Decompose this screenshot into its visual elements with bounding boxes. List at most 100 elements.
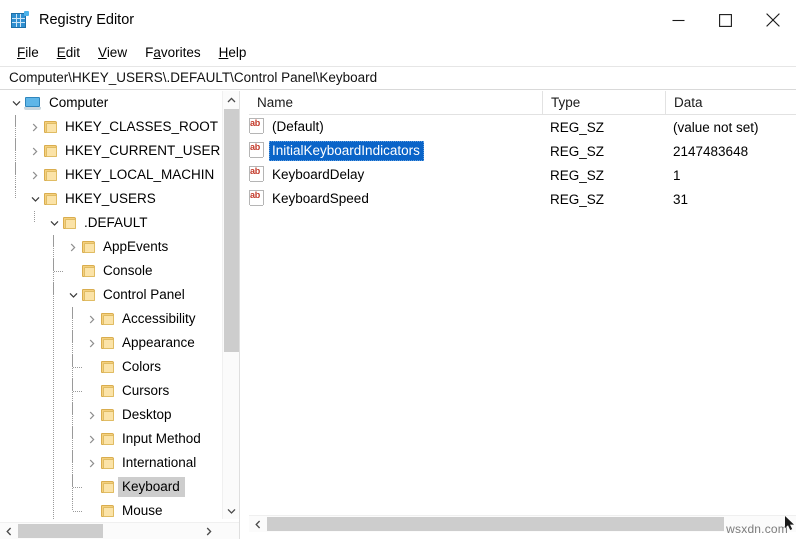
folder-icon: [100, 456, 116, 471]
chevron-down-icon[interactable]: [65, 287, 81, 303]
menu-view[interactable]: View: [89, 43, 136, 63]
chevron-up-icon: [227, 97, 236, 103]
tree-item-label: Accessibility: [118, 309, 201, 329]
chevron-right-icon[interactable]: [84, 311, 100, 327]
tree-guide-line: [53, 499, 54, 519]
chevron-right-icon[interactable]: [27, 119, 43, 135]
tree-guide-line: [53, 427, 54, 451]
registry-tree[interactable]: ComputerHKEY_CLASSES_ROOTHKEY_CURRENT_US…: [0, 91, 222, 519]
tree-item-hkey-classes-root[interactable]: HKEY_CLASSES_ROOT: [0, 115, 222, 139]
tree-item-control-panel[interactable]: Control Panel: [0, 283, 222, 307]
tree-item-mouse[interactable]: Mouse: [0, 499, 222, 519]
tree-guide-line: [53, 379, 54, 403]
tree-item-console[interactable]: Console: [0, 259, 222, 283]
value-row[interactable]: abKeyboardSpeedREG_SZ31: [249, 187, 796, 211]
value-data: 31: [673, 191, 688, 208]
folder-icon: [100, 384, 116, 399]
tree-item-input-method[interactable]: Input Method: [0, 427, 222, 451]
tree-scroll-right-button[interactable]: [200, 523, 217, 539]
registry-values-list[interactable]: ab(Default)REG_SZ(value not set)abInitia…: [249, 115, 796, 515]
column-header-type[interactable]: Type: [542, 91, 665, 114]
tree-item-label: .DEFAULT: [80, 213, 153, 233]
tree-scroll-down-button[interactable]: [223, 502, 240, 519]
tree-item-accessibility[interactable]: Accessibility: [0, 307, 222, 331]
maximize-button[interactable]: [702, 0, 749, 40]
chevron-down-icon[interactable]: [46, 215, 62, 231]
tree-guide-line: [54, 271, 63, 272]
chevron-right-icon[interactable]: [65, 239, 81, 255]
chevron-right-icon: [89, 315, 95, 324]
menu-help[interactable]: Help: [210, 43, 256, 63]
tree-item-international[interactable]: International: [0, 451, 222, 475]
chevron-right-icon: [70, 243, 76, 252]
folder-icon: [100, 432, 116, 447]
string-value-icon: ab: [249, 118, 266, 134]
value-row[interactable]: ab(Default)REG_SZ(value not set): [249, 115, 796, 139]
chevron-right-icon[interactable]: [27, 167, 43, 183]
folder-icon: [43, 168, 59, 183]
tree-item-keyboard[interactable]: Keyboard: [0, 475, 222, 499]
tree-scroll-up-button[interactable]: [223, 91, 240, 108]
column-header-data[interactable]: Data: [665, 91, 796, 114]
chevron-right-icon[interactable]: [27, 143, 43, 159]
tree-expander-empty: [84, 359, 100, 375]
tree-item-cursors[interactable]: Cursors: [0, 379, 222, 403]
menu-file[interactable]: File: [8, 43, 48, 63]
tree-vscroll-thumb[interactable]: [224, 109, 239, 352]
tree-scroll-left-button[interactable]: [0, 523, 17, 539]
tree-guide-line: [73, 391, 82, 392]
list-scroll-left-button[interactable]: [249, 516, 266, 532]
tree-item-appevents[interactable]: AppEvents: [0, 235, 222, 259]
chevron-right-icon[interactable]: [84, 431, 100, 447]
string-value-icon: ab: [249, 166, 266, 182]
list-horizontal-scrollbar[interactable]: [249, 515, 796, 532]
chevron-right-icon[interactable]: [84, 455, 100, 471]
tree-item-appearance[interactable]: Appearance: [0, 331, 222, 355]
tree-item-label: HKEY_CURRENT_USER: [61, 141, 222, 161]
tree-expander-empty: [84, 383, 100, 399]
folder-icon: [62, 216, 78, 231]
tree-horizontal-scrollbar[interactable]: [0, 522, 239, 539]
tree-item-hkey-users[interactable]: HKEY_USERS: [0, 187, 222, 211]
value-row[interactable]: abInitialKeyboardIndicatorsREG_SZ2147483…: [249, 139, 796, 163]
chevron-right-icon[interactable]: [84, 407, 100, 423]
folder-icon: [81, 288, 97, 303]
chevron-down-icon: [31, 196, 40, 202]
tree-item-computer[interactable]: Computer: [0, 91, 222, 115]
tree-guide-line: [72, 451, 73, 475]
address-bar[interactable]: Computer\HKEY_USERS\.DEFAULT\Control Pan…: [0, 66, 796, 90]
tree-vertical-scrollbar[interactable]: [222, 91, 239, 519]
chevron-right-icon: [89, 459, 95, 468]
value-row[interactable]: abKeyboardDelayREG_SZ1: [249, 163, 796, 187]
tree-indent-spacer: [0, 247, 65, 248]
tree-hscroll-thumb[interactable]: [18, 524, 103, 538]
tree-guide-line: [15, 115, 16, 139]
window-title: Registry Editor: [39, 11, 134, 29]
tree-indent-spacer: [0, 199, 27, 200]
chevron-right-icon[interactable]: [84, 335, 100, 351]
chevron-right-icon: [32, 171, 38, 180]
menu-favorites[interactable]: Favorites: [136, 43, 210, 63]
menu-edit[interactable]: Edit: [48, 43, 89, 63]
tree-item-desktop[interactable]: Desktop: [0, 403, 222, 427]
tree-item-default[interactable]: .DEFAULT: [0, 211, 222, 235]
chevron-down-icon[interactable]: [27, 191, 43, 207]
list-hscroll-thumb[interactable]: [267, 517, 724, 531]
tree-guide-line: [73, 511, 82, 512]
chevron-down-icon[interactable]: [8, 95, 24, 111]
minimize-button[interactable]: [655, 0, 702, 40]
tree-item-label: Mouse: [118, 501, 168, 519]
chevron-down-icon: [12, 100, 21, 106]
tree-item-hkey-local-machin[interactable]: HKEY_LOCAL_MACHIN: [0, 163, 222, 187]
value-name: InitialKeyboardIndicators: [269, 141, 424, 161]
tree-item-hkey-current-user[interactable]: HKEY_CURRENT_USER: [0, 139, 222, 163]
column-header-name[interactable]: Name: [249, 91, 542, 114]
close-button[interactable]: [749, 0, 796, 40]
tree-item-colors[interactable]: Colors: [0, 355, 222, 379]
folder-icon: [81, 264, 97, 279]
string-value-icon: ab: [249, 190, 266, 206]
tree-guide-line: [53, 331, 54, 355]
title-bar: Registry Editor: [0, 0, 796, 40]
tree-item-label: Colors: [118, 357, 166, 377]
value-type: REG_SZ: [550, 143, 604, 160]
